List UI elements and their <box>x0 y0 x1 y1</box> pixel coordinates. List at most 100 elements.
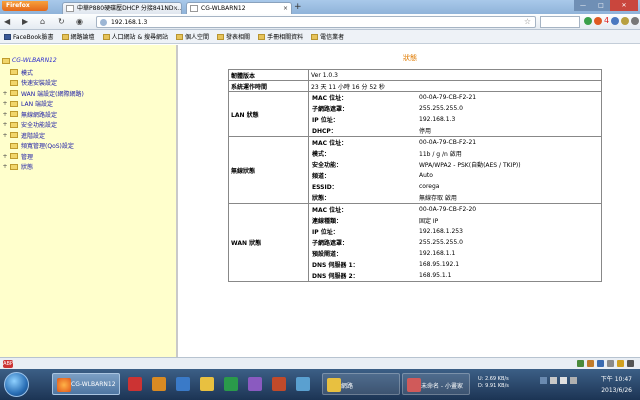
router-menu-frame: CG-WLBARN12 模式 快速安裝設定 + WAN 端設定(網際網路) + LA… <box>0 45 178 357</box>
tab-label: 中華P880硬碟壓DHCP 分接841ND ... <box>77 5 182 12</box>
site-identity-icon[interactable]: ◉ <box>76 17 83 27</box>
expand-icon[interactable]: + <box>2 121 8 128</box>
url-input[interactable] <box>111 18 491 27</box>
expand-icon[interactable]: + <box>2 132 8 139</box>
refresh-icon[interactable]: ↻ <box>58 17 65 27</box>
folder-icon <box>217 33 225 40</box>
maximize-button[interactable]: □ <box>592 0 610 11</box>
taskbar-clock[interactable]: 下午 10:47 2013/6/26 <box>601 374 632 396</box>
taskbar-app[interactable] <box>292 373 314 395</box>
expand-icon[interactable]: + <box>2 163 8 170</box>
firmware-label: 韌體版本 <box>228 69 309 81</box>
start-button[interactable] <box>4 372 29 397</box>
menu-item-status[interactable]: + 狀態 <box>2 162 176 173</box>
taskbar-app[interactable] <box>148 373 170 395</box>
uptime-value: 23 天 11 小時 16 分 52 秒 <box>308 80 602 92</box>
bookmark-folder-personal[interactable]: 個人空間 <box>176 32 209 41</box>
bookmark-folder-telecom[interactable]: 電信業者 <box>311 32 344 41</box>
taskbar-app[interactable] <box>268 373 290 395</box>
wl-essid-value: corega <box>419 183 440 190</box>
taskbar-app[interactable] <box>220 373 242 395</box>
bookmark-facebook[interactable]: FaceBook臉書 <box>4 32 54 41</box>
expand-icon[interactable]: + <box>2 153 8 160</box>
wl-state-key: 狀態： <box>312 195 331 202</box>
wan-subnet-value: 255.255.255.0 <box>419 239 463 246</box>
forward-arrow-icon[interactable]: ▶ <box>22 17 28 27</box>
lan-mac-key: MAC 位址： <box>312 95 348 102</box>
taskbar-app[interactable] <box>244 373 266 395</box>
folder-icon <box>327 378 341 392</box>
taskbar-app[interactable] <box>124 373 146 395</box>
new-tab-button[interactable]: + <box>294 3 302 12</box>
menu-root[interactable]: CG-WLBARN12 <box>2 57 176 64</box>
bookmark-folder-portals[interactable]: 人口網站 & 搜尋網站 <box>102 32 168 41</box>
lan-subnet-value: 255.255.255.0 <box>419 105 463 112</box>
close-tab-icon[interactable]: × <box>283 3 288 14</box>
wan-gateway-key: 預設閘道： <box>312 251 343 258</box>
taskbar-paint-window[interactable]: 未命名 - 小畫家 <box>402 373 470 395</box>
tab-dhcp-forum[interactable]: 中華P880硬碟壓DHCP 分接841ND ... × <box>62 2 182 14</box>
addon-icon[interactable] <box>597 360 604 367</box>
tab-cg-wlbarn12[interactable]: CG-WLBARN12 × <box>186 2 292 14</box>
addon-icon[interactable] <box>607 360 614 367</box>
wan-ip-key: IP 位址： <box>312 229 339 236</box>
wireless-status-label: 無線狀態 <box>228 136 309 204</box>
folder-icon <box>10 111 18 118</box>
clock-time: 下午 10:47 <box>600 376 632 383</box>
bookmark-folder-posts[interactable]: 發表相關 <box>217 32 250 41</box>
home-icon[interactable]: ⌂ <box>40 17 45 27</box>
expand-icon[interactable]: + <box>2 100 8 107</box>
firefox-menu-button[interactable]: Firefox <box>2 1 48 11</box>
minimize-button[interactable]: — <box>574 0 592 11</box>
taskbar-app[interactable] <box>196 373 218 395</box>
menu-item-quick-setup[interactable]: 快速安裝設定 <box>2 78 176 89</box>
bookmark-folder-manuals[interactable]: 手冊相關資料 <box>258 32 303 41</box>
menu-item-management[interactable]: + 管理 <box>2 151 176 162</box>
notification-count[interactable]: 4 <box>604 17 609 25</box>
menu-item-lan-settings[interactable]: + LAN 端設定 <box>2 99 176 110</box>
menu-item-security-settings[interactable]: + 安全功能設定 <box>2 120 176 131</box>
menu-item-wireless-settings[interactable]: + 無線網路設定 <box>2 109 176 120</box>
addon-icon[interactable] <box>587 360 594 367</box>
search-field[interactable] <box>540 16 580 28</box>
url-bar[interactable]: ☆ <box>96 16 536 28</box>
close-tab-icon[interactable]: × <box>173 3 178 14</box>
expand-icon[interactable]: + <box>2 111 8 118</box>
close-window-button[interactable]: ✕ <box>610 0 638 11</box>
addon-icon[interactable] <box>577 360 584 367</box>
addon-orange-icon[interactable] <box>594 17 602 25</box>
table-row: 韌體版本 Ver 1.0.3 <box>228 69 602 81</box>
page-favicon-icon <box>190 5 198 12</box>
lan-dhcp-key: DHCP： <box>312 128 337 135</box>
adblock-icon[interactable]: ABP <box>3 360 13 368</box>
tray-icon[interactable] <box>570 377 577 384</box>
lan-ip-value: 192.168.1.3 <box>419 116 456 123</box>
wl-mode-key: 模式： <box>312 151 331 158</box>
addon-green-icon[interactable] <box>584 17 592 25</box>
bookmark-star-icon[interactable]: ☆ <box>524 17 531 27</box>
addon-icon[interactable] <box>627 360 634 367</box>
folder-icon <box>311 33 319 40</box>
menu-item-wan-settings[interactable]: + WAN 端設定(網際網路) <box>2 88 176 99</box>
addon-icon[interactable] <box>617 360 624 367</box>
addon-blue-icon[interactable] <box>611 17 620 25</box>
menu-item-qos-settings[interactable]: 頻寬管理(QoS)設定 <box>2 141 176 152</box>
taskbar-network-window[interactable]: 網路 <box>322 373 400 395</box>
taskbar-firefox-window[interactable]: CG-WLBARN12 <box>52 373 120 395</box>
back-arrow-icon[interactable]: ◀ <box>4 17 10 27</box>
menu-item-advanced-settings[interactable]: + 進階設定 <box>2 130 176 141</box>
taskbar-app[interactable] <box>172 373 194 395</box>
folder-icon <box>200 377 214 391</box>
menu-item-mode[interactable]: 模式 <box>2 67 176 78</box>
addon-yellow-icon[interactable] <box>621 17 630 25</box>
addon-grey-icon[interactable] <box>631 17 640 25</box>
volume-icon[interactable] <box>560 377 567 384</box>
folder-icon <box>102 33 110 40</box>
wan-mac-value: 00-0A-79-CB-F2-20 <box>419 206 477 213</box>
network-icon[interactable] <box>550 377 557 384</box>
wl-mac-key: MAC 位址： <box>312 140 348 147</box>
toolbar-icons: 4 <box>584 17 640 25</box>
expand-icon[interactable]: + <box>2 90 8 97</box>
tray-icon[interactable] <box>540 377 547 384</box>
bookmark-folder-forums[interactable]: 網路論壇 <box>61 32 95 41</box>
